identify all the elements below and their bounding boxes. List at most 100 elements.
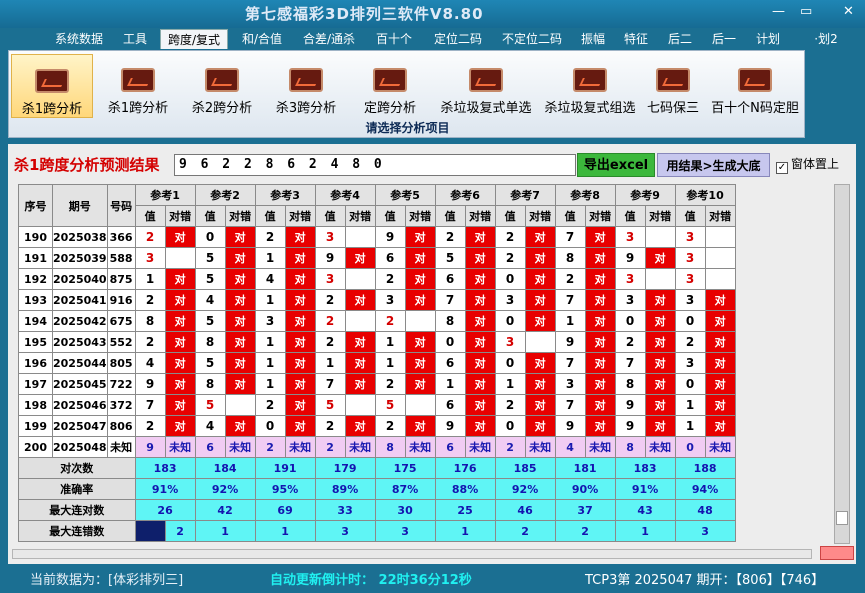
cell-hit: 对 [584, 394, 616, 416]
ribbon-label: 杀2跨分析 [191, 101, 253, 116]
menu-amplitude[interactable]: 振幅 [574, 29, 612, 49]
close-icon[interactable]: ✕ [843, 4, 854, 19]
menu-span-compound[interactable]: 跨度/复式 [160, 29, 228, 49]
cell-value: 3 [674, 226, 706, 248]
pending-value: 2 [494, 436, 526, 458]
cell-hit: 对 [524, 310, 556, 332]
ribbon-fixed-span[interactable]: 定跨分析 [349, 54, 431, 118]
stats-value: 94% [674, 478, 736, 500]
cell-hit: 对 [404, 268, 436, 290]
ribbon-kill-2-span[interactable]: 杀2跨分析 [181, 54, 263, 118]
chart-icon [289, 68, 323, 92]
cell-value: 2 [314, 289, 346, 311]
cell-value: 3 [674, 268, 706, 290]
header-flag: 对错 [164, 205, 196, 227]
ribbon-junk-single[interactable]: 杀垃圾复式单选 [433, 54, 539, 118]
pending-value: 2 [314, 436, 346, 458]
row-seq: 190 [18, 226, 53, 248]
cell-hit: 对 [644, 415, 676, 437]
row-period: 2025040 [52, 268, 108, 290]
stats-value: 33 [314, 499, 376, 521]
menu-tools[interactable]: 工具 [114, 29, 156, 49]
stats-value: 2 [494, 520, 556, 542]
cell-value: 2 [134, 415, 166, 437]
menu-plan-2[interactable]: ·划2 [806, 29, 846, 49]
stats-value: 42 [194, 499, 256, 521]
table-row: 196 2025044 805 4 对 5 对 1 对 1 对 1 对 6 对 0 对 7 对 7 对 3 对 [18, 352, 736, 374]
menu-system-data[interactable]: 系统数据 [46, 29, 112, 49]
scroll-thumb[interactable] [836, 511, 848, 525]
pending-seq: 200 [18, 436, 53, 458]
horizontal-scrollbar[interactable] [12, 549, 812, 559]
ribbon-junk-group[interactable]: 杀垃圾复式组选 [539, 54, 641, 118]
vertical-scrollbar[interactable] [834, 184, 850, 544]
chart-icon [469, 68, 503, 92]
ribbon-seven-code[interactable]: 七码保三 [641, 54, 705, 118]
cell-hit: 对 [524, 268, 556, 290]
menu-last-two[interactable]: 后二 [660, 29, 700, 49]
cell-hit: 对 [344, 415, 376, 437]
stats-value: 185 [494, 457, 556, 479]
menu-positions[interactable]: 百十个 [366, 29, 422, 49]
menu-features[interactable]: 特征 [616, 29, 656, 49]
maximize-icon[interactable]: ▭ [800, 4, 812, 19]
status-bar: 当前数据为：[体彩排列三] 自动更新倒计时： 22时36分12秒 TCP3第 2… [0, 565, 865, 593]
stats-value: 87% [374, 478, 436, 500]
stats-value: 89% [314, 478, 376, 500]
header-value: 值 [194, 205, 226, 227]
pin-window-checkbox[interactable]: ✓ 窗体置上 [776, 155, 839, 174]
menu-last-one[interactable]: 后一 [704, 29, 744, 49]
menu-plan[interactable]: 计划 [748, 29, 788, 49]
ribbon-kill-1-span-selected[interactable]: 杀1跨分析 [11, 54, 93, 118]
ribbon-n-code-dan[interactable]: 百十个N码定胆 [707, 54, 803, 118]
minimize-icon[interactable]: — [772, 4, 785, 19]
cell-value: 2 [374, 310, 406, 332]
stats-swatch [134, 520, 166, 542]
menu-diff-kill[interactable]: 合差/通杀 [296, 29, 362, 49]
cell-miss [404, 394, 436, 416]
cell-hit: 对 [224, 226, 256, 248]
cell-value: 2 [374, 415, 406, 437]
pending-value: 4 [554, 436, 586, 458]
cell-value: 1 [674, 415, 706, 437]
cell-hit: 对 [344, 289, 376, 311]
menu-fixed-two[interactable]: 定位二码 [426, 29, 490, 49]
stats-value: 1 [434, 520, 496, 542]
ribbon-kill-3-span[interactable]: 杀3跨分析 [265, 54, 347, 118]
progress-indicator [820, 546, 854, 560]
ribbon-kill-1-span[interactable]: 杀1跨分析 [97, 54, 179, 118]
stats-value: 3 [374, 520, 436, 542]
cell-miss [704, 226, 736, 248]
cell-hit: 对 [584, 331, 616, 353]
cell-hit: 对 [464, 247, 496, 269]
menu-sum[interactable]: 和/合值 [232, 29, 292, 49]
cell-value: 7 [554, 352, 586, 374]
stats-row: 最大连对数 26 42 69 33 30 25 46 37 43 48 [18, 499, 736, 521]
cell-hit: 对 [164, 352, 196, 374]
header-value: 值 [494, 205, 526, 227]
stats-value: 1 [194, 520, 256, 542]
cell-value: 4 [134, 352, 166, 374]
pending-value: 6 [194, 436, 226, 458]
cell-value: 9 [614, 415, 646, 437]
result-value-field[interactable]: 9 6 2 2 8 6 2 4 8 0 [174, 154, 576, 176]
export-excel-button[interactable]: 导出excel [577, 153, 655, 177]
cell-value: 0 [614, 310, 646, 332]
header-value: 值 [254, 205, 286, 227]
header-ref: 参考5 [374, 184, 436, 206]
stats-value: 183 [614, 457, 676, 479]
cell-miss [344, 310, 376, 332]
row-seq: 193 [18, 289, 53, 311]
stats-value: 30 [374, 499, 436, 521]
table-row: 193 2025041 916 2 对 4 对 1 对 2 对 3 对 7 对 3 对 7 对 3 对 3 对 [18, 289, 736, 311]
generate-base-button[interactable]: 用结果>生成大底 [657, 153, 770, 177]
stats-value: 48 [674, 499, 736, 521]
menu-unfixed-two[interactable]: 不定位二码 [494, 29, 570, 49]
row-period: 2025042 [52, 310, 108, 332]
chart-icon [35, 69, 69, 93]
cell-hit: 对 [644, 310, 676, 332]
header-ref: 参考3 [254, 184, 316, 206]
chart-icon [573, 68, 607, 92]
cell-miss [344, 268, 376, 290]
pending-flag: 未知 [704, 436, 736, 458]
